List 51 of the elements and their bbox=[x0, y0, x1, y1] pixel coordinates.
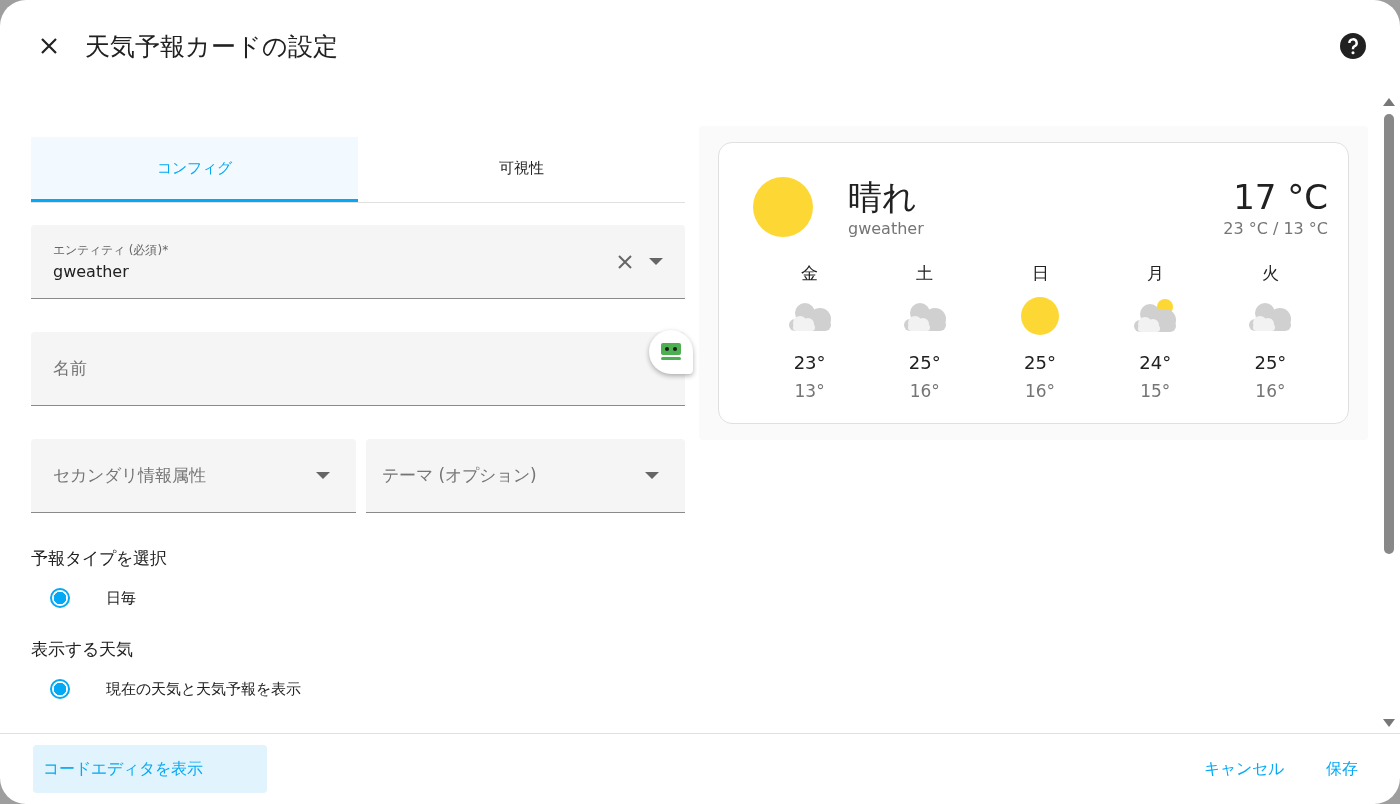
section-heading: 表示する天気 bbox=[31, 638, 134, 661]
cancel-button[interactable]: キャンセル bbox=[1204, 758, 1284, 780]
dropdown-icon bbox=[316, 472, 330, 479]
template-button[interactable] bbox=[649, 330, 693, 374]
condition-text: 晴れ bbox=[848, 176, 918, 219]
placeholder: テーマ (オプション) bbox=[382, 464, 538, 487]
radio-label: 日毎 bbox=[106, 588, 136, 608]
entity-field[interactable]: エンティティ (必須)* gweather bbox=[31, 225, 685, 299]
radio-button[interactable] bbox=[50, 679, 70, 699]
name-field[interactable]: 名前 bbox=[31, 332, 685, 406]
day-label: 土 bbox=[916, 262, 934, 285]
low-temperature: 16° bbox=[1024, 381, 1056, 401]
code-editor-button[interactable]: コードエディタを表示 bbox=[33, 745, 267, 793]
scrollbar-thumb[interactable] bbox=[1384, 114, 1394, 554]
robot-icon bbox=[660, 342, 682, 362]
entity-name: gweather bbox=[848, 219, 925, 238]
field-value: gweather bbox=[53, 262, 130, 281]
dropdown-icon[interactable] bbox=[649, 258, 663, 265]
temperature: 17 °C bbox=[1233, 176, 1328, 219]
low-temperature: 16° bbox=[1255, 381, 1286, 401]
high-low-temperature: 23 °C / 13 °C bbox=[1223, 219, 1328, 238]
section-heading: 予報タイプを選択 bbox=[31, 547, 168, 570]
placeholder: 名前 bbox=[53, 357, 88, 380]
tab[interactable]: コンフィグ bbox=[31, 137, 358, 202]
day-label: 日 bbox=[1031, 262, 1049, 285]
low-temperature: 15° bbox=[1140, 381, 1171, 401]
select-field[interactable]: テーマ (オプション) bbox=[366, 439, 685, 513]
radio-button[interactable] bbox=[50, 588, 70, 608]
high-temperature: 23° bbox=[793, 352, 826, 373]
field-label: エンティティ (必須)* bbox=[53, 242, 170, 259]
day-label: 月 bbox=[1146, 262, 1164, 285]
select-field[interactable]: セカンダリ情報属性 bbox=[31, 439, 356, 513]
day-label: 火 bbox=[1261, 262, 1279, 285]
save-button[interactable]: 保存 bbox=[1326, 758, 1358, 780]
sun-icon bbox=[752, 175, 814, 238]
dialog-title: 天気予報カードの設定 bbox=[85, 30, 339, 63]
sun-icon bbox=[1020, 296, 1060, 336]
day-label: 金 bbox=[801, 262, 819, 285]
scroll-up-icon[interactable] bbox=[1383, 98, 1395, 106]
scroll-down-icon[interactable] bbox=[1383, 719, 1395, 727]
high-temperature: 25° bbox=[1254, 352, 1287, 373]
radio-label: 現在の天気と天気予報を表示 bbox=[106, 679, 301, 699]
help-icon[interactable] bbox=[1340, 33, 1366, 59]
high-temperature: 24° bbox=[1139, 352, 1172, 373]
dropdown-icon bbox=[645, 472, 659, 479]
placeholder: セカンダリ情報属性 bbox=[53, 464, 207, 487]
low-temperature: 13° bbox=[794, 381, 825, 401]
high-temperature: 25° bbox=[908, 352, 941, 373]
high-temperature: 25° bbox=[1024, 352, 1056, 373]
tab[interactable]: 可視性 bbox=[358, 137, 685, 202]
low-temperature: 16° bbox=[909, 381, 940, 401]
